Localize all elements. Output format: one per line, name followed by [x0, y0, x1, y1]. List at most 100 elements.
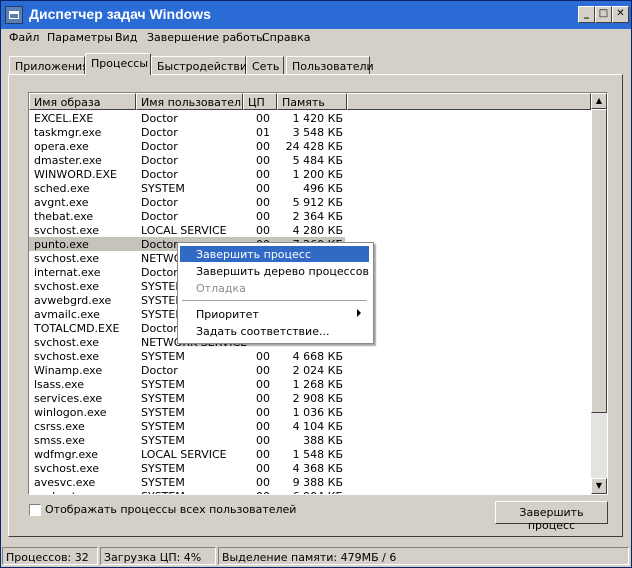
row-image-name: svchost.exe [34, 252, 100, 265]
menu-shutdown[interactable]: Завершение работы [147, 31, 265, 44]
row-cpu: 00 [256, 392, 270, 405]
minimize-button[interactable]: _ [578, 6, 595, 23]
row-user-name: SYSTEM [141, 434, 185, 447]
menu-item-priority[interactable]: Приоритет [180, 306, 369, 322]
process-row[interactable]: avesvc.exe SYSTEM 00 9 388 КБ [29, 475, 345, 489]
menu-options[interactable]: Параметры [47, 31, 113, 44]
process-row[interactable]: avgnt.exe Doctor 00 5 912 КБ [29, 195, 345, 209]
row-user-name: Doctor [141, 154, 178, 167]
process-row[interactable]: svchost.exe SYSTEM 00 4 668 КБ [29, 349, 345, 363]
tab-applications[interactable]: Приложения [9, 56, 89, 75]
tab-networking[interactable]: Сеть [246, 56, 284, 75]
submenu-arrow-icon [357, 309, 361, 317]
row-image-name: csrss.exe [34, 420, 85, 433]
row-memory: 1 548 КБ [292, 448, 343, 461]
maximize-button[interactable]: □ [595, 6, 612, 23]
row-memory: 3 548 КБ [292, 126, 343, 139]
column-header-user-name[interactable]: Имя пользователя [136, 93, 243, 110]
row-image-name: dmaster.exe [34, 154, 102, 167]
row-image-name: lsass.exe [34, 378, 84, 391]
row-image-name: avesvc.exe [34, 476, 96, 489]
menu-help[interactable]: Справка [262, 31, 310, 44]
process-row[interactable]: Winamp.exe Doctor 00 2 024 КБ [29, 363, 345, 377]
process-row[interactable]: opera.exe Doctor 00 24 428 КБ [29, 139, 345, 153]
process-row[interactable]: svchost.exe SYSTEM 00 4 368 КБ [29, 461, 345, 475]
row-memory: 1 200 КБ [292, 168, 343, 181]
row-cpu: 00 [256, 140, 270, 153]
row-image-name: punto.exe [34, 238, 89, 251]
menu-file[interactable]: Файл [9, 31, 39, 44]
row-image-name: svchost.exe [34, 462, 100, 475]
row-cpu: 00 [256, 462, 270, 475]
row-memory: 4 368 КБ [292, 462, 343, 475]
row-user-name: SYSTEM [141, 378, 185, 391]
close-button[interactable]: ✕ [612, 6, 629, 23]
tab-strip: Приложения Процессы Быстродействие Сеть … [9, 53, 623, 75]
process-row[interactable]: winlogon.exe SYSTEM 00 1 036 КБ [29, 405, 345, 419]
row-user-name: Doctor [141, 126, 178, 139]
show-all-users-checkbox[interactable] [29, 504, 41, 516]
column-header-cpu[interactable]: ЦП [243, 93, 277, 110]
scroll-down-icon[interactable]: ▼ [591, 478, 607, 494]
row-image-name: thebat.exe [34, 210, 94, 223]
row-memory: 4 668 КБ [292, 350, 343, 363]
row-cpu: 00 [256, 112, 270, 125]
row-cpu: 00 [256, 168, 270, 181]
column-header-memory[interactable]: Память [277, 93, 347, 110]
row-image-name: svchost.exe [34, 224, 100, 237]
menu-item-end-process[interactable]: Завершить процесс [180, 246, 369, 262]
row-memory: 9 388 КБ [292, 476, 343, 489]
scroll-thumb[interactable] [591, 109, 607, 413]
status-memory-commit: Выделение памяти: 479МБ / 6 [218, 547, 629, 565]
end-process-button[interactable]: Завершить процесс [495, 501, 608, 532]
row-cpu: 00 [256, 406, 270, 419]
row-cpu: 00 [256, 490, 271, 494]
row-image-name: TOTALCMD.EXE [34, 322, 120, 335]
row-image-name: Winamp.exe [34, 364, 103, 377]
row-memory: 5 912 КБ [292, 196, 343, 209]
row-memory: 24 428 КБ [285, 140, 343, 153]
row-user-name: Doctor [141, 364, 178, 377]
row-memory: 496 КБ [303, 182, 343, 195]
process-row[interactable]: services.exe SYSTEM 00 2 908 КБ [29, 391, 345, 405]
column-header-image-name[interactable]: Имя образа [29, 93, 136, 110]
status-bar: Процессов: 32 Загрузка ЦП: 4% Выделение … [1, 546, 631, 566]
row-image-name: avmailc.exe [34, 308, 100, 321]
process-row[interactable]: csrss.exe SYSTEM 00 4 104 КБ [29, 419, 345, 433]
show-all-users-label[interactable]: Отображать процессы всех пользователей [45, 503, 296, 516]
row-cpu: 00 [256, 154, 270, 167]
row-user-name: SYSTEM [141, 350, 185, 363]
process-row[interactable]: thebat.exe Doctor 00 2 364 КБ [29, 209, 345, 223]
row-user-name: LOCAL SERVICE [141, 224, 227, 237]
row-image-name: avgnt.exe [34, 196, 89, 209]
row-image-name: wdfmgr.exe [34, 448, 99, 461]
scroll-up-icon[interactable]: ▲ [591, 93, 607, 109]
menu-item-set-affinity[interactable]: Задать соответствие... [180, 323, 369, 339]
process-row[interactable]: sched.exe SYSTEM 00 496 КБ [29, 181, 345, 195]
row-cpu: 00 [256, 182, 270, 195]
row-user-name: SYSTEM [141, 420, 185, 433]
row-memory: 2 364 КБ [292, 210, 343, 223]
process-row[interactable]: taskmgr.exe Doctor 01 3 548 КБ [29, 125, 345, 139]
process-row[interactable]: svchost.exe SYSTEM 00 6 904 КБ [29, 489, 345, 494]
process-row[interactable]: EXCEL.EXE Doctor 00 1 420 КБ [29, 111, 345, 125]
process-row[interactable]: dmaster.exe Doctor 00 5 484 КБ [29, 153, 345, 167]
process-row[interactable]: WINWORD.EXE Doctor 00 1 200 КБ [29, 167, 345, 181]
process-row[interactable]: lsass.exe SYSTEM 00 1 268 КБ [29, 377, 345, 391]
menu-item-end-process-tree[interactable]: Завершить дерево процессов [180, 263, 369, 279]
process-row[interactable]: wdfmgr.exe LOCAL SERVICE 00 1 548 КБ [29, 447, 345, 461]
row-image-name: svchost.exe [34, 490, 136, 494]
process-row[interactable]: smss.exe SYSTEM 00 388 КБ [29, 433, 345, 447]
menu-view[interactable]: Вид [115, 31, 137, 44]
status-processes-count: Процессов: 32 [2, 547, 98, 565]
task-manager-window: Диспетчер задач Windows _ □ ✕ Файл Парам… [0, 0, 632, 568]
vertical-scrollbar[interactable]: ▲ ▼ [591, 93, 607, 494]
tab-performance[interactable]: Быстродействие [151, 56, 254, 75]
window-title: Диспетчер задач Windows [29, 6, 211, 22]
row-cpu: 00 [256, 364, 270, 377]
title-bar[interactable]: Диспетчер задач Windows _ □ ✕ [1, 1, 631, 29]
process-row[interactable]: svchost.exe LOCAL SERVICE 00 4 280 КБ [29, 223, 345, 237]
row-memory: 388 КБ [303, 434, 343, 447]
tab-processes[interactable]: Процессы [85, 53, 151, 75]
tab-users[interactable]: Пользователи [286, 56, 374, 75]
